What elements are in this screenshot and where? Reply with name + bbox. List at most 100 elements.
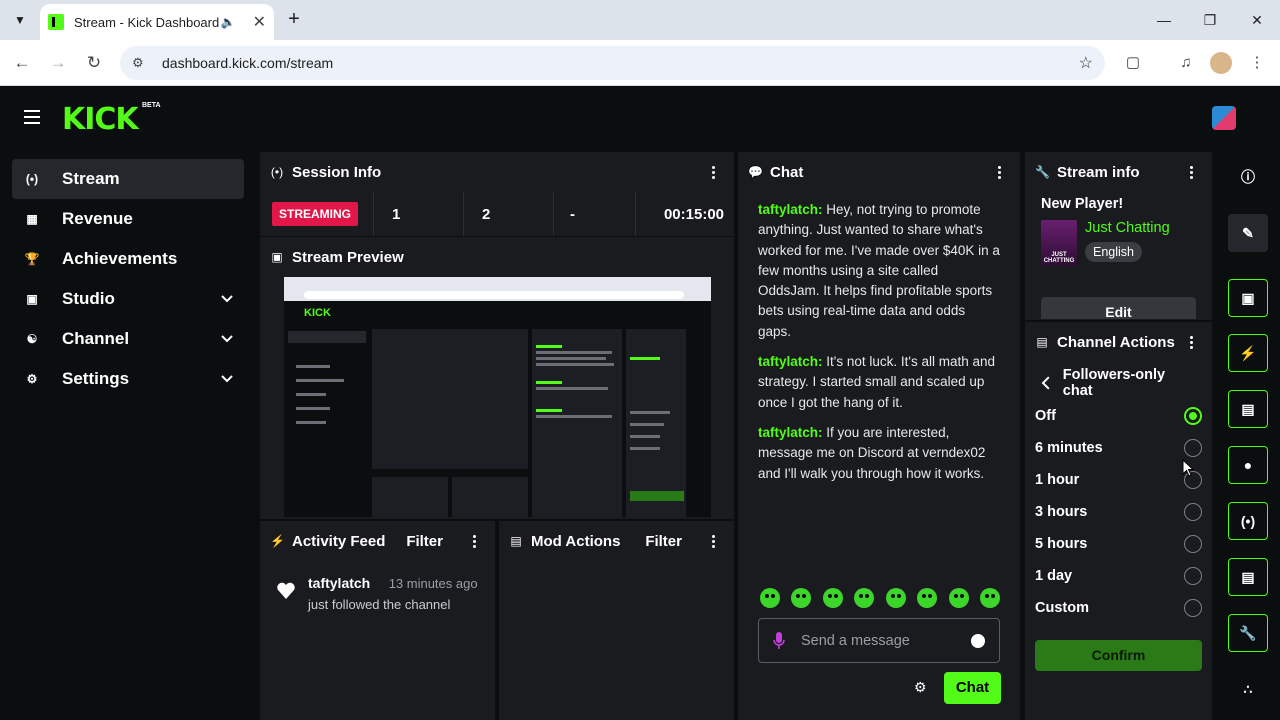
browser-tab-bar: ▼ Stream - Kick Dashboard 🔈 ✕ + — ❐ ✕ [0,0,1280,40]
stream-preview-video[interactable]: KICK [284,277,711,517]
sidebar-item-studio[interactable]: ▣ Studio [12,279,244,319]
channel-actions-icon[interactable]: ▤ [1228,558,1268,596]
hamburger-menu-icon[interactable] [24,110,40,124]
url-text[interactable]: dashboard.kick.com/stream [162,55,1079,71]
followers-only-option[interactable]: Off [1025,400,1212,432]
microphone-icon[interactable] [773,631,785,650]
chat-message-input[interactable]: Send a message [758,618,1000,663]
kebab-menu-icon[interactable] [473,534,477,548]
filter-button[interactable]: Filter [406,533,443,550]
window-close-icon[interactable]: ✕ [1243,8,1271,32]
browser-tab[interactable]: Stream - Kick Dashboard 🔈 ✕ [40,4,274,40]
session-stats: STREAMING 1 2 - 00:15:00 [260,192,734,236]
chevron-down-icon[interactable] [220,372,234,386]
radio-button[interactable] [1184,535,1202,553]
address-bar[interactable]: ⚙ dashboard.kick.com/stream ☆ [120,46,1105,80]
radio-button[interactable] [1184,439,1202,457]
followers-only-option[interactable]: 5 hours [1025,528,1212,560]
kick-favicon-icon [48,14,64,30]
activity-username[interactable]: taftylatch [308,575,370,591]
kebab-menu-icon[interactable] [712,165,716,179]
pencil-icon[interactable]: ✎ [1228,214,1268,252]
confirm-button[interactable]: Confirm [1035,640,1202,671]
site-info-icon[interactable]: ⚙ [132,55,148,71]
sidebar-item-settings[interactable]: ⚙ Settings [12,359,244,399]
chat-username[interactable]: taftylatch: [758,202,823,217]
chat-bubble-icon: 💬 [748,165,763,179]
radio-button[interactable] [1184,503,1202,521]
stat-subs: - [554,192,636,236]
stream-title: New Player! [1041,196,1124,212]
app-header: KICK BETA [0,86,1280,152]
media-controls-icon[interactable]: ♫ [1174,51,1198,75]
chevron-down-icon[interactable] [220,332,234,346]
radio-button[interactable] [1184,407,1202,425]
chat-bubble-icon[interactable]: ● [1228,446,1268,484]
emote-icon[interactable] [822,588,843,608]
followers-only-option[interactable]: Custom [1025,592,1212,624]
lightning-icon: ⚡ [270,534,285,548]
edit-stream-info-button[interactable]: Edit [1041,297,1196,319]
emote-icon[interactable] [979,588,1000,608]
bookmark-star-icon[interactable]: ☆ [1079,53,1093,73]
chat-username[interactable]: taftylatch: [758,354,823,369]
radio-button[interactable] [1184,567,1202,585]
close-tab-icon[interactable]: ✕ [253,12,266,32]
emote-icon[interactable] [917,588,938,608]
forward-icon[interactable]: → [46,51,70,75]
emote-icon[interactable] [760,588,780,608]
stream-info-panel: 🔧 Stream info New Player! JUST CHATTING … [1025,152,1212,320]
followers-only-option[interactable]: 3 hours [1025,496,1212,528]
followers-only-options: Off 6 minutes 1 hour 3 hours 5 hours 1 day Cus… [1025,400,1212,624]
kebab-menu-icon[interactable] [712,534,716,548]
emote-icon[interactable] [948,588,969,608]
sidebar-item-label: Studio [62,289,115,308]
user-avatar[interactable] [1212,106,1236,130]
broadcast-icon[interactable]: (•) [1228,502,1268,540]
chat-message: taftylatch: Hey, not trying to promote a… [758,200,1000,342]
emote-icon[interactable] [791,588,812,608]
wrench-icon[interactable]: 🔧 [1228,614,1268,652]
right-rail: ⓘ ✎ ▣ ⚡ ▤ ● (•) ▤ 🔧 ∴ [1218,152,1280,720]
sidebar-item-achievements[interactable]: 🏆 Achievements [12,239,244,279]
radio-button[interactable] [1184,599,1202,617]
info-icon[interactable]: ⓘ [1228,158,1268,196]
apps-icon[interactable]: ∴ [1228,670,1268,708]
emote-icon[interactable] [885,588,906,608]
chevron-down-icon[interactable] [220,292,234,306]
chevron-left-icon[interactable] [1041,376,1051,390]
mod-actions-panel: ▤ Mod Actions Filter [499,521,734,720]
kick-logo[interactable]: KICK [62,102,139,137]
kebab-menu-icon[interactable] [998,165,1002,179]
kebab-menu-icon[interactable] [1190,165,1194,179]
gear-icon: ⚙ [26,372,38,386]
panel-title: Stream Preview [292,248,404,266]
reload-icon[interactable]: ↻ [82,51,106,75]
extensions-icon[interactable]: ▢ [1121,51,1145,75]
back-icon[interactable]: ← [10,51,34,75]
stream-category[interactable]: Just Chatting [1085,220,1170,236]
chat-message: taftylatch: It's not luck. It's all math… [758,352,1000,413]
profile-avatar[interactable] [1209,51,1233,75]
sidebar-item-channel[interactable]: ☯ Channel [12,319,244,359]
sidebar-item-stream[interactable]: (•) Stream [12,159,244,199]
new-tab-button[interactable]: + [282,8,306,32]
emote-icon[interactable] [854,588,875,608]
tab-search-chevron-icon[interactable]: ▼ [8,8,32,32]
minimize-icon[interactable]: — [1150,8,1178,32]
emoji-picker-icon[interactable] [971,633,985,648]
kebab-menu-icon[interactable] [1190,335,1194,349]
preview-panel-icon[interactable]: ▣ [1228,279,1268,317]
followers-only-back[interactable]: Followers-only chat [1025,367,1212,399]
browser-menu-icon[interactable]: ⋮ [1245,51,1269,75]
sidebar-item-revenue[interactable]: ▦ Revenue [12,199,244,239]
chat-send-button[interactable]: Chat [944,672,1001,704]
filter-button[interactable]: Filter [645,533,682,550]
restore-icon[interactable]: ❐ [1196,8,1224,32]
followers-only-option[interactable]: 1 day [1025,560,1212,592]
lightning-icon[interactable]: ⚡ [1228,334,1268,372]
chat-settings-gear-icon[interactable]: ⚙ [914,680,928,694]
chat-username[interactable]: taftylatch: [758,425,823,440]
speaker-icon[interactable]: 🔈 [221,15,239,29]
document-icon[interactable]: ▤ [1228,390,1268,428]
